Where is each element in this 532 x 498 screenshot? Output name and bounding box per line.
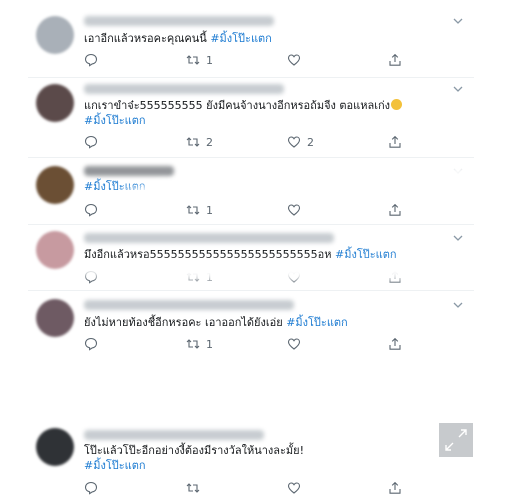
retweet-arrows-icon [186,55,200,65]
divider [28,224,474,225]
share-button[interactable] [388,134,402,150]
retweet-count: 1 [206,203,213,217]
heart-icon [287,204,301,216]
reply-button[interactable] [84,134,104,150]
hashtag-link[interactable]: #มิ้งโป๊ะแตก [335,248,397,261]
avatar[interactable] [36,166,74,204]
heart-icon [287,338,301,350]
share-button[interactable] [388,52,402,68]
retweet-count: 1 [206,337,213,351]
tweet[interactable]: ยังไม่หายท้องชี้อีกหรอคะ เอาออกได้ยังเอ่… [28,295,474,357]
heart-icon [287,136,301,148]
hashtag-link[interactable]: #มิ้งโป๊ะแตก [84,458,464,473]
author-meta-blurred [84,16,274,26]
tweet-body: โป๊ะแล้วโป๊ะอีกอย่างงี้ต้องมีรางวัลให้นา… [84,444,305,457]
speech-bubble-icon [84,481,98,495]
hashtag-link[interactable]: #มิ้งโป๊ะแตก [84,113,464,128]
share-upload-icon [389,203,401,216]
retweet-button[interactable]: 1 [186,336,213,352]
chevron-down-icon[interactable] [452,233,464,243]
divider [28,77,474,78]
tweet-text: ยังไม่หายท้องชี้อีกหรอคะ เอาออกได้ยังเอ่… [84,315,464,330]
hashtag-link[interactable]: #มิ้งโป๊ะแตก [210,32,272,45]
chevron-down-icon[interactable] [452,300,464,310]
share-upload-icon [389,337,401,350]
author-meta-blurred [84,166,174,176]
like-button[interactable] [287,336,307,352]
speech-bubble-icon [84,203,98,217]
retweet-button[interactable]: 1 [186,202,213,218]
reply-button[interactable] [84,52,104,68]
author-meta-blurred [84,430,264,440]
avatar[interactable] [36,428,74,466]
tweet-body: มึงอีกแล้วหรอ555555555555555555555555อห [84,248,332,261]
retweet-button[interactable] [186,480,206,496]
like-button[interactable] [287,52,307,68]
tweet-body: เอาอีกแล้วหรอคะคุณคนนี้ [84,32,207,45]
retweet-button[interactable]: 1 [186,52,213,68]
share-upload-icon [389,481,401,494]
like-button[interactable]: 2 [287,134,314,150]
speech-bubble-icon [84,337,98,351]
redaction-smear [70,262,490,280]
avatar[interactable] [36,299,74,337]
author-meta-blurred [84,300,294,310]
reply-button[interactable] [84,202,104,218]
tweet-actions [84,480,414,496]
tweet-text: เอาอีกแล้วหรอคะคุณคนนี้ #มิ้งโป๊ะแตก [84,31,464,46]
reply-button[interactable] [84,336,104,352]
retweet-count: 1 [206,53,213,67]
tweet[interactable]: เอาอีกแล้วหรอคะคุณคนนี้ #มิ้งโป๊ะแตก 1 [28,12,474,76]
chevron-down-icon[interactable] [452,84,464,94]
tweet-actions: 2 2 [84,134,414,150]
retweet-arrows-icon [186,339,200,349]
hashtag-link[interactable]: #มิ้งโป๊ะแตก [286,316,348,329]
share-button[interactable] [388,202,402,218]
tweet-text: แกเราขำจ๋ะ555555555 ยังมีคนจ้างนางอีกหรอ… [84,98,464,128]
retweet-count: 2 [206,135,213,149]
expand-button[interactable] [439,423,473,457]
speech-bubble-icon [84,53,98,67]
tweet-text: มึงอีกแล้วหรอ555555555555555555555555อห … [84,247,464,262]
share-upload-icon [389,135,401,148]
tweet-body: แกเราขำจ๋ะ555555555 ยังมีคนจ้างนางอีกหรอ… [84,99,391,112]
tweet-body: ยังไม่หายท้องชี้อีกหรอคะ เอาออกได้ยังเอ่… [84,316,283,329]
avatar[interactable] [36,231,74,269]
retweet-arrows-icon [186,137,200,147]
tweet-actions: 1 [84,336,414,352]
retweet-arrows-icon [186,205,200,215]
rolling-eyes-emoji-icon [391,99,403,110]
avatar[interactable] [36,16,74,54]
avatar[interactable] [36,84,74,122]
share-upload-icon [389,53,401,66]
tweet-text: โป๊ะแล้วโป๊ะอีกอย่างงี้ต้องมีรางวัลให้นา… [84,443,464,473]
share-button[interactable] [388,480,402,496]
divider [28,290,474,291]
tweet-actions: 1 [84,202,414,218]
tweet[interactable]: โป๊ะแล้วโป๊ะอีกอย่างงี้ต้องมีรางวัลให้นา… [28,424,474,496]
heart-icon [287,54,301,66]
heart-icon [287,482,301,494]
expand-arrows-icon [445,429,467,451]
speech-bubble-icon [84,135,98,149]
share-button[interactable] [388,336,402,352]
retweet-arrows-icon [186,483,200,493]
reply-button[interactable] [84,480,104,496]
chevron-down-icon[interactable] [452,16,464,26]
like-button[interactable] [287,202,307,218]
retweet-button[interactable]: 2 [186,134,213,150]
tweet[interactable]: แกเราขำจ๋ะ555555555 ยังมีคนจ้างนางอีกหรอ… [28,80,474,154]
divider [28,157,474,158]
author-meta-blurred [84,84,284,94]
author-meta-blurred [84,233,334,243]
like-count: 2 [307,135,314,149]
tweet-feed: เอาอีกแล้วหรอคะคุณคนนี้ #มิ้งโป๊ะแตก 1 แ… [0,0,532,498]
tweet-actions: 1 [84,52,414,68]
like-button[interactable] [287,480,307,496]
